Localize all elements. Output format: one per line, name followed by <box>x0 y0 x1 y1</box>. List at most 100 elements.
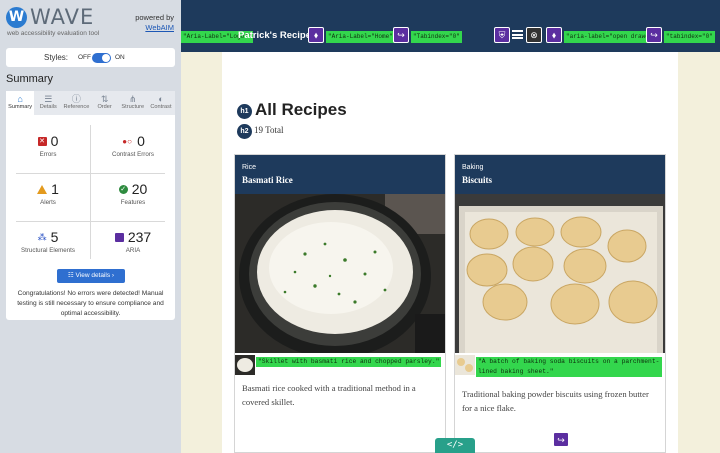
main-content: h1 All Recipes h2 19 Total Rice Basmati … <box>222 52 678 453</box>
alerts-label: Alerts <box>40 199 56 206</box>
alert-icon <box>37 184 48 194</box>
wave-logo-text: WAVE <box>30 5 95 29</box>
recipe-card[interactable]: Rice Basmati Rice "Skillet with basmati … <box>234 154 446 453</box>
recipe-image <box>455 194 665 353</box>
list-icon: ☰ <box>44 94 53 104</box>
code-toggle-button[interactable]: </> <box>435 438 475 453</box>
alt-text-badge[interactable]: "A batch of baking soda biscuits on a pa… <box>476 357 662 377</box>
contrast-error-icon: ●○ <box>122 136 132 146</box>
errors-label: Errors <box>39 151 57 158</box>
card-header: Rice Basmati Rice <box>235 155 445 194</box>
styles-on-label: ON <box>115 54 125 61</box>
wave-logo-icon: W <box>6 7 27 28</box>
divider <box>16 173 165 174</box>
tabindex-icon[interactable]: ↪ <box>553 432 569 447</box>
card-header: Baking Biscuits <box>455 155 665 194</box>
recipe-name: Biscuits <box>462 175 493 185</box>
recipe-category: Baking <box>462 164 484 171</box>
wave-sidebar: W WAVE web accessibility evaluation tool… <box>0 0 181 453</box>
aria-label-badge[interactable]: "Aria-Label="Home"" <box>326 31 399 43</box>
features-count: 20 <box>131 181 148 197</box>
structure-elements-icon: ⁂ <box>37 231 47 242</box>
structural-count: 5 <box>50 229 59 245</box>
info-icon: ⓘ <box>71 94 81 104</box>
view-details-button[interactable]: ☷ View details › <box>57 269 125 283</box>
errors-count: 0 <box>50 133 59 149</box>
tabindex-badge[interactable]: "tabindex="0" <box>664 31 715 43</box>
rice-skillet-image <box>235 194 445 353</box>
tab-label: Structure <box>121 104 145 110</box>
tab-label: Order <box>97 104 112 110</box>
site-header: "Aria-Label="Logo"" Patrick's Recipes ⬧ … <box>181 0 720 52</box>
divider <box>90 125 91 259</box>
feature-icon: ✓ <box>118 184 128 194</box>
tab-label: Reference <box>63 104 90 110</box>
recipe-description: Traditional baking powder biscuits using… <box>462 389 649 413</box>
error-icon: ✕ <box>37 136 47 146</box>
tag-icon[interactable]: ⬧ <box>308 27 324 43</box>
tag-icon[interactable]: ⬧ <box>546 27 562 43</box>
alt-text-badge[interactable]: "Skillet with basmati rice and chopped p… <box>256 357 442 367</box>
aria-icon[interactable]: ⛨ <box>494 27 510 43</box>
tabindex-badge[interactable]: "Tabindex="0" <box>411 31 462 43</box>
styles-toggle-bar: Styles: OFF ON <box>6 48 175 67</box>
tabindex-icon[interactable]: ↪ <box>646 27 662 43</box>
page-title: All Recipes <box>255 100 347 119</box>
order-icon: ⇅ <box>100 94 109 104</box>
structure-icon: ⋔ <box>129 94 137 104</box>
menu-icon[interactable] <box>512 30 523 39</box>
alerts-count: 1 <box>51 181 59 197</box>
styles-off-label: OFF <box>78 54 91 61</box>
alt-text-icon[interactable] <box>455 355 475 375</box>
tab-label: Contrast <box>150 104 172 110</box>
h2-icon: h2 <box>237 124 252 139</box>
structural-label: Structural Elements <box>21 247 75 254</box>
stat-structural[interactable]: ⁂ 5 Structural Elements <box>6 229 90 272</box>
tab-structure[interactable]: ⋔ Structure <box>119 91 147 115</box>
tabindex-icon[interactable]: ↪ <box>393 27 409 43</box>
aria-icon <box>114 232 124 242</box>
stat-alerts[interactable]: 1 Alerts <box>6 181 90 224</box>
home-icon: ⌂ <box>17 94 23 104</box>
aria-label: ARIA <box>125 247 141 254</box>
contrast-icon: ◐ <box>158 94 164 104</box>
close-icon[interactable]: ⊗ <box>526 27 542 43</box>
tab-details[interactable]: ☰ Details <box>34 91 62 115</box>
recipe-category: Rice <box>242 164 257 171</box>
powered-by: powered by WebAIM <box>135 13 174 33</box>
recipe-card[interactable]: Baking Biscuits "A batch of baking soda … <box>454 154 666 453</box>
recipe-description: Basmati rice cooked with a traditional m… <box>242 383 416 407</box>
summary-panel: ✕ 0 Errors ●○ 0 Contrast Errors 1 Alerts ✓… <box>6 115 175 320</box>
h1-icon: h1 <box>237 104 252 119</box>
styles-label: Styles: <box>44 53 69 62</box>
image-alt-row: "Skillet with basmati rice and chopped p… <box>235 353 445 381</box>
site-title[interactable]: Patrick's Recipes <box>238 30 316 41</box>
divider <box>16 221 165 222</box>
alt-text-icon[interactable] <box>235 355 255 375</box>
styles-toggle[interactable] <box>92 53 111 63</box>
tab-contrast[interactable]: ◐ Contrast <box>147 91 175 115</box>
tab-label: Summary <box>8 104 33 110</box>
wave-tabs: ⌂ Summary ☰ Details ⓘ Reference ⇅ Order ⋔ Str… <box>6 91 175 115</box>
contrast-errors-label: Contrast Errors <box>112 151 154 158</box>
stat-errors[interactable]: ✕ 0 Errors <box>6 133 90 176</box>
congrats-message: Congratulations! No errors were detected… <box>17 290 164 317</box>
tab-reference[interactable]: ⓘ Reference <box>62 91 90 115</box>
tab-summary[interactable]: ⌂ Summary <box>6 91 35 115</box>
biscuits-image <box>455 194 665 353</box>
recipe-total: 19 Total <box>254 125 284 135</box>
recipe-name: Basmati Rice <box>242 175 293 185</box>
tab-label: Details <box>39 104 57 110</box>
features-label: Features <box>120 199 146 206</box>
recipe-image <box>235 194 445 353</box>
list-icon: ☷ <box>67 272 76 279</box>
view-details-label: View details › <box>75 272 115 279</box>
tab-order[interactable]: ⇅ Order <box>91 91 119 115</box>
stat-contrast-errors[interactable]: ●○ 0 Contrast Errors <box>91 133 175 176</box>
summary-heading: Summary <box>6 73 54 85</box>
wave-tagline: web accessibility evaluation tool <box>7 30 100 37</box>
stat-aria[interactable]: 237 ARIA <box>91 229 175 272</box>
image-alt-row: "A batch of baking soda biscuits on a pa… <box>455 353 665 381</box>
webaim-link[interactable]: WebAIM <box>145 23 174 32</box>
stat-features[interactable]: ✓ 20 Features <box>91 181 175 224</box>
